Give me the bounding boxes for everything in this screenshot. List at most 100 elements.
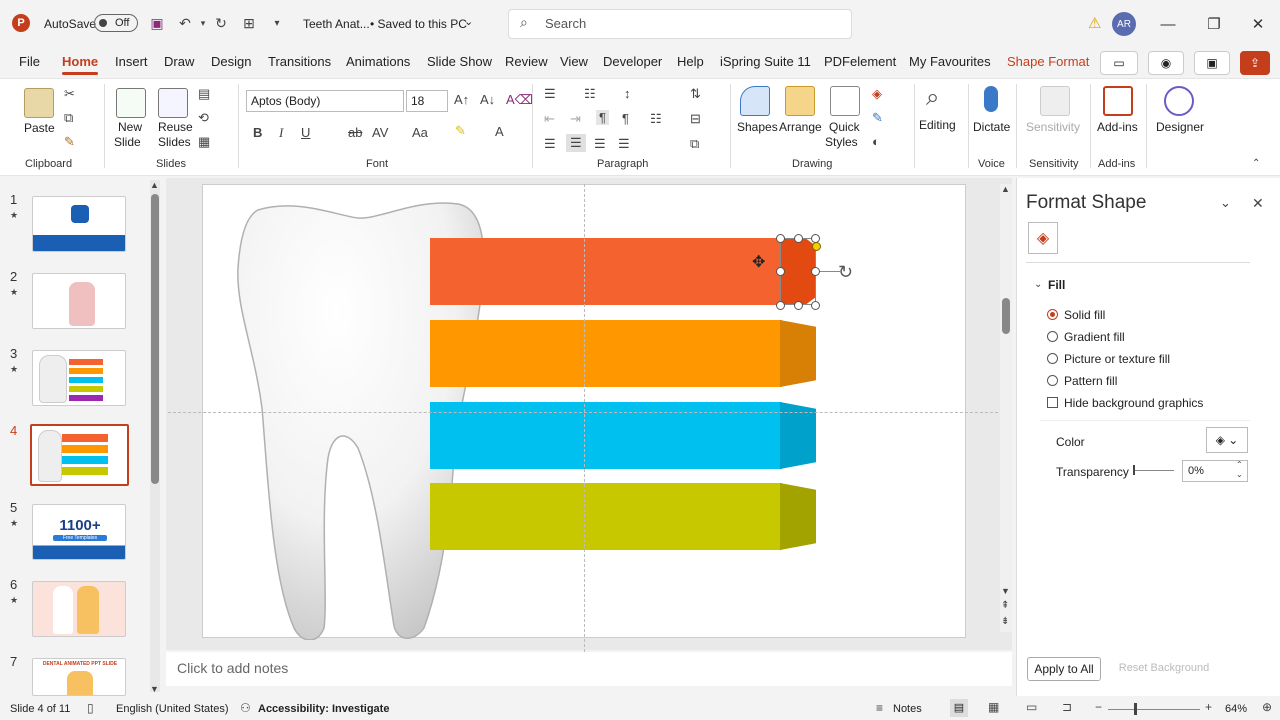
resize-handle[interactable] (776, 234, 785, 243)
increase-indent-icon[interactable]: ⇥ (570, 111, 581, 127)
normal-view-icon[interactable]: ▤ (950, 699, 968, 717)
resize-handle[interactable] (811, 267, 820, 276)
slide-thumbnail-3[interactable] (32, 350, 126, 406)
dictate-button[interactable]: Dictate (973, 120, 1010, 134)
line-spacing-icon[interactable]: ↕ (624, 86, 631, 101)
tab-draw[interactable]: Draw (164, 54, 194, 69)
editing-icon[interactable]: ⌕ (926, 84, 939, 112)
new-slide-label-1[interactable]: New (118, 120, 142, 134)
solid-fill-radio[interactable] (1047, 309, 1058, 320)
tab-home[interactable]: Home (62, 54, 98, 69)
resize-handle[interactable] (794, 234, 803, 243)
slide-sorter-icon[interactable]: ▦ (988, 700, 999, 714)
align-left-icon[interactable]: ☰ (544, 136, 556, 152)
arrange-icon[interactable] (785, 86, 815, 116)
resize-handle[interactable] (811, 301, 820, 310)
tab-slide-show[interactable]: Slide Show (427, 54, 492, 69)
section-icon[interactable]: ▦ (198, 134, 210, 150)
hide-background-checkbox[interactable] (1047, 397, 1058, 408)
zoom-in-icon[interactable]: + (1205, 700, 1212, 714)
canvas-scrollbar[interactable] (1000, 184, 1012, 632)
record-icon[interactable]: ◉ (1148, 51, 1184, 75)
quick-styles-icon[interactable] (830, 86, 860, 116)
slide-thumbnail-2[interactable] (32, 273, 126, 329)
pattern-fill-label[interactable]: Pattern fill (1064, 374, 1117, 388)
apply-to-all-button[interactable]: Apply to All (1027, 657, 1101, 681)
gradient-fill-label[interactable]: Gradient fill (1064, 330, 1125, 344)
present-teams-icon[interactable]: ▣ (1194, 51, 1230, 75)
search-input[interactable]: Search (508, 9, 852, 39)
reuse-slides-label-2[interactable]: Slides (158, 135, 191, 149)
pane-close-icon[interactable]: ✕ (1252, 195, 1264, 212)
new-slide-label-2[interactable]: Slide (114, 135, 141, 149)
decrease-font-icon[interactable]: A↓ (480, 92, 495, 107)
reset-icon[interactable]: ⟲ (198, 110, 209, 126)
paste-button[interactable]: Paste (24, 121, 55, 135)
scroll-down-icon[interactable]: ▼ (150, 684, 159, 694)
info-bar-4-cap[interactable] (780, 483, 816, 550)
text-direction-icon[interactable]: ⇅ (690, 86, 701, 102)
present-icon[interactable]: ⊞ (240, 14, 258, 32)
fill-section-header[interactable]: Fill (1048, 278, 1065, 292)
tab-developer[interactable]: Developer (603, 54, 662, 69)
tab-animations[interactable]: Animations (346, 54, 410, 69)
save-icon[interactable]: ▣ (148, 14, 166, 32)
undo-dropdown-icon[interactable]: ▾ (194, 14, 212, 32)
tab-my-favourites[interactable]: My Favourites (909, 54, 991, 69)
bold-button[interactable]: B (253, 125, 262, 140)
tab-review[interactable]: Review (505, 54, 548, 69)
scroll-down-icon[interactable]: ▼ (1001, 586, 1010, 596)
microphone-icon[interactable] (984, 86, 998, 112)
fit-to-window-icon[interactable]: ⊕ (1262, 700, 1272, 714)
tab-ispring[interactable]: iSpring Suite 11 (720, 54, 811, 69)
reuse-slides-label-1[interactable]: Reuse (158, 120, 193, 134)
saved-status[interactable]: • Saved to this PC (370, 17, 467, 31)
document-title[interactable]: Teeth Anat... (303, 17, 370, 31)
shape-fill-icon[interactable]: ◈ (872, 86, 882, 102)
bullets-icon[interactable]: ☰ (544, 86, 556, 102)
info-bar-2[interactable] (430, 320, 782, 387)
resize-handle[interactable] (794, 301, 803, 310)
redo-icon[interactable]: ↻ (212, 14, 230, 32)
notes-button[interactable]: Notes (893, 703, 922, 715)
fill-color-picker[interactable]: ◈ ⌄ (1206, 427, 1248, 453)
notes-icon[interactable]: ≡ (876, 701, 883, 715)
font-color-button[interactable]: A (495, 124, 504, 139)
undo-icon[interactable]: ↶ (176, 14, 194, 32)
scroll-up-icon[interactable]: ▲ (150, 180, 159, 190)
tab-insert[interactable]: Insert (115, 54, 148, 69)
rotate-handle-icon[interactable]: ↻ (838, 262, 853, 283)
resize-handle[interactable] (776, 267, 785, 276)
solid-fill-label[interactable]: Solid fill (1064, 308, 1105, 322)
info-bar-2-cap[interactable] (780, 320, 816, 387)
designer-icon[interactable] (1164, 86, 1194, 116)
paste-icon[interactable] (24, 88, 54, 118)
italic-button[interactable]: I (279, 125, 283, 141)
quick-styles-label-2[interactable]: Styles (825, 135, 858, 149)
columns-icon[interactable]: ☷ (650, 111, 662, 127)
previous-slide-icon[interactable]: ⇞ (1001, 600, 1009, 611)
warning-icon[interactable]: ⚠ (1088, 14, 1101, 32)
share-icon[interactable]: ⇪ (1240, 51, 1270, 75)
ltr-icon[interactable]: ¶ (596, 110, 609, 125)
pattern-fill-radio[interactable] (1047, 375, 1058, 386)
add-ins-icon[interactable] (1103, 86, 1133, 116)
shape-outline-icon[interactable]: ✎ (872, 110, 883, 126)
autosave-toggle[interactable]: Off (94, 14, 138, 32)
scroll-up-icon[interactable]: ▲ (1001, 184, 1010, 194)
clear-formatting-icon[interactable]: A⌫ (506, 92, 533, 108)
horizontal-guide[interactable] (168, 412, 998, 413)
picture-fill-radio[interactable] (1047, 353, 1058, 364)
spinner-icon[interactable]: ⌃ ⌄ (1236, 460, 1243, 480)
justify-icon[interactable]: ☰ (618, 136, 630, 152)
canvas-scroll-thumb[interactable] (1002, 298, 1010, 334)
decrease-indent-icon[interactable]: ⇤ (544, 111, 555, 127)
transparency-slider[interactable] (1134, 470, 1174, 471)
close-icon[interactable]: ✕ (1246, 12, 1270, 36)
slide-thumbnail-5[interactable]: 1100+ Free Templates (32, 504, 126, 560)
add-ins-button[interactable]: Add-ins (1097, 120, 1138, 134)
picture-fill-label[interactable]: Picture or texture fill (1064, 352, 1170, 366)
copy-icon[interactable]: ⧉ (64, 110, 73, 126)
tab-transitions[interactable]: Transitions (268, 54, 331, 69)
gradient-fill-radio[interactable] (1047, 331, 1058, 342)
